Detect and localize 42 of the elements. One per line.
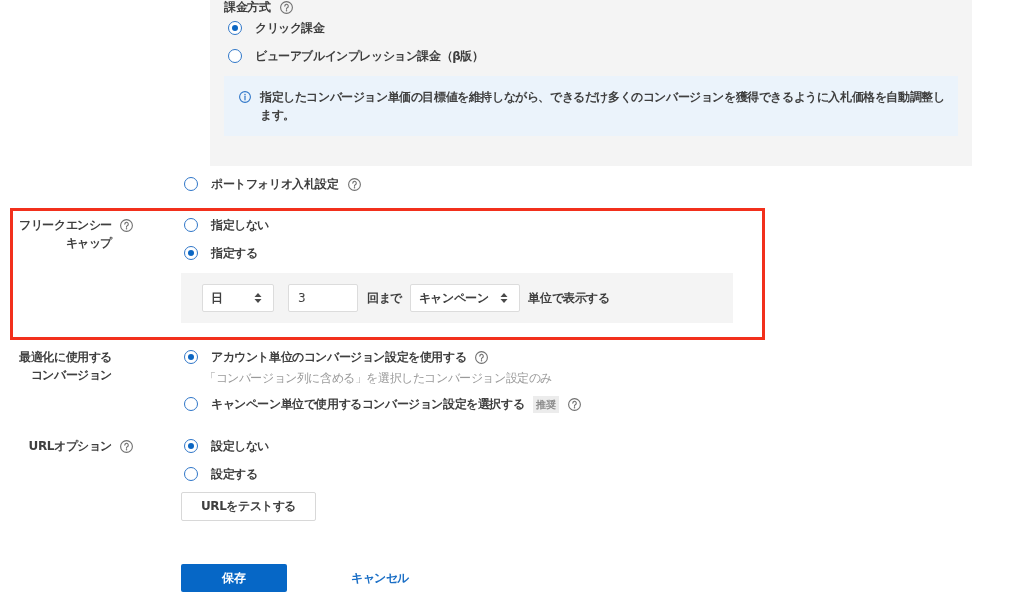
radio-button[interactable]	[184, 350, 198, 364]
dropdown-select[interactable]: キャンペーン	[409, 284, 521, 312]
help-icon[interactable]	[475, 350, 489, 364]
field-label: 課金方式	[224, 0, 271, 14]
radio-button[interactable]	[184, 467, 198, 481]
radio-button[interactable]	[184, 439, 198, 453]
option-label[interactable]: 設定しない	[211, 438, 269, 454]
help-icon[interactable]	[120, 218, 133, 232]
option-note: 「コンバージョン列に含める」を選択したコンバージョン設定のみ	[203, 371, 553, 385]
help-icon[interactable]	[347, 177, 361, 191]
option-label[interactable]: ビューアブルインプレッション課金（β版）	[255, 48, 484, 64]
field-label: フリークエンシーキャップ	[18, 217, 112, 252]
option-label[interactable]: ポートフォリオ入札設定	[211, 176, 339, 192]
radio-button[interactable]	[184, 397, 198, 411]
dropdown-select[interactable]: 日	[202, 284, 274, 312]
radio-button[interactable]	[184, 177, 198, 191]
option-label[interactable]: キャンペーン単位で使用するコンバージョン設定を選択する	[211, 396, 525, 412]
field-label: 最適化に使用するコンバージョン	[18, 349, 112, 384]
option-label[interactable]: 指定する	[211, 245, 258, 261]
unit-label: 回まで	[367, 289, 402, 307]
option-label[interactable]: 設定する	[211, 466, 258, 482]
radio-button[interactable]	[184, 218, 198, 232]
option-label[interactable]: アカウント単位のコンバージョン設定を使用する	[211, 349, 467, 365]
radio-button[interactable]	[184, 246, 198, 260]
save-button[interactable]: 保存	[181, 564, 287, 592]
info-text: 指定したコンバージョン単価の目標値を維持しながら、できるだけ多くのコンバージョンを獲得できるように入札価格を自動調整します。	[260, 89, 946, 124]
option-label[interactable]: 指定しない	[211, 217, 269, 233]
info-icon	[239, 91, 251, 103]
cancel-link[interactable]: キャンセル	[351, 569, 409, 587]
updown-arrows-icon	[500, 292, 509, 304]
unit-label: 単位で表示する	[528, 289, 610, 307]
updown-arrows-icon	[254, 292, 262, 304]
recommended-tag: 推奨	[533, 395, 560, 413]
field-label: URLオプション	[27, 438, 112, 455]
radio-button[interactable]	[228, 21, 242, 35]
help-icon[interactable]	[568, 397, 582, 411]
help-icon[interactable]	[120, 439, 133, 453]
test-url-button[interactable]: URLをテストする	[181, 492, 317, 521]
radio-button[interactable]	[228, 49, 242, 63]
help-icon[interactable]	[280, 0, 294, 14]
count-field[interactable]: 3	[288, 284, 358, 312]
option-label[interactable]: クリック課金	[255, 20, 325, 36]
